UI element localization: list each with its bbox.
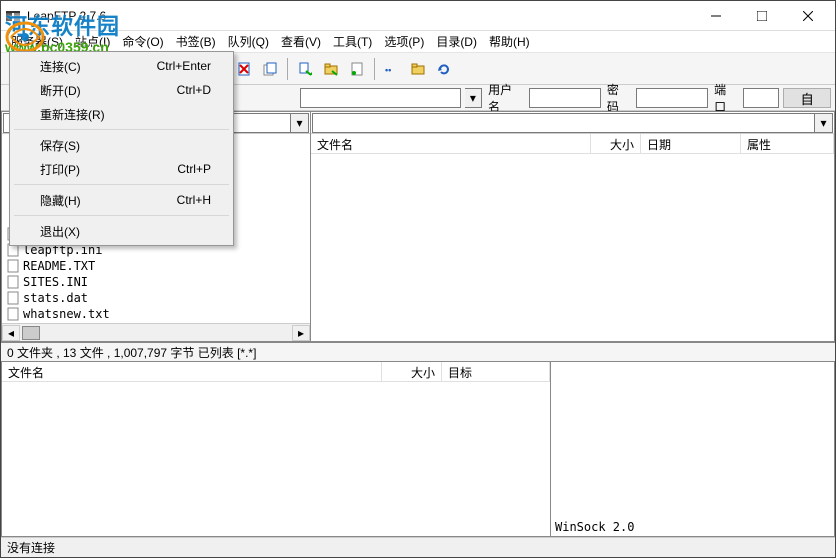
col-q-name[interactable]: 文件名	[2, 362, 382, 381]
file-icon	[6, 291, 20, 305]
file-icon	[6, 307, 20, 321]
scroll-right-icon[interactable]: ▸	[292, 325, 310, 341]
remote-list-header: 文件名 大小 日期 属性	[311, 134, 834, 154]
list-item[interactable]: stats.dat	[2, 290, 310, 306]
menu-separator	[14, 215, 229, 216]
tool-binary-icon[interactable]: ••	[380, 57, 404, 81]
col-filename[interactable]: 文件名	[311, 134, 591, 153]
tool-move-icon[interactable]	[293, 57, 317, 81]
port-input[interactable]	[743, 88, 779, 108]
tool-newfolder-icon[interactable]	[319, 57, 343, 81]
chevron-down-icon[interactable]: ▾	[814, 114, 832, 132]
menu-reconnect[interactable]: 重新连接(R)	[12, 102, 231, 126]
local-scrollbar[interactable]: ◂ ▸	[2, 323, 310, 341]
status-bar: 没有连接	[1, 537, 835, 557]
username-input[interactable]	[529, 88, 601, 108]
col-attr[interactable]: 属性	[741, 134, 834, 153]
user-label: 用户名	[486, 81, 525, 115]
scroll-thumb[interactable]	[22, 326, 40, 340]
menubar: 服务器(S) 站点(I) 命令(O) 书签(B) 队列(Q) 查看(V) 工具(…	[1, 31, 835, 53]
queue-pane: 文件名 大小 目标	[1, 361, 551, 537]
server-dropdown-icon[interactable]: ▾	[465, 88, 482, 108]
titlebar: LeapFTP 2.7.6	[1, 1, 835, 31]
menu-connect[interactable]: 连接(C)Ctrl+Enter	[12, 54, 231, 78]
menu-separator	[14, 184, 229, 185]
tool-copy-icon[interactable]	[258, 57, 282, 81]
server-dropdown-menu: 连接(C)Ctrl+Enter 断开(D)Ctrl+D 重新连接(R) 保存(S…	[9, 51, 234, 246]
tool-refresh-icon[interactable]	[432, 57, 456, 81]
menu-options[interactable]: 选项(P)	[378, 31, 430, 52]
menu-server[interactable]: 服务器(S)	[5, 31, 69, 52]
app-icon	[5, 8, 21, 24]
menu-exit[interactable]: 退出(X)	[12, 219, 231, 243]
minimize-button[interactable]	[693, 2, 739, 30]
menu-save[interactable]: 保存(S)	[12, 133, 231, 157]
chevron-down-icon[interactable]: ▾	[290, 114, 308, 132]
connection-status: 没有连接	[7, 539, 55, 556]
winsock-text: WinSock 2.0	[555, 520, 634, 534]
tool-folder-icon[interactable]	[406, 57, 430, 81]
toolbar-separator	[287, 58, 288, 80]
window-title: LeapFTP 2.7.6	[27, 9, 693, 23]
menu-separator	[14, 129, 229, 130]
log-pane[interactable]: WinSock 2.0	[551, 361, 835, 537]
menu-hide[interactable]: 隐藏(H)Ctrl+H	[12, 188, 231, 212]
col-date[interactable]: 日期	[641, 134, 741, 153]
pass-label: 密码	[605, 81, 632, 115]
toolbar-separator	[374, 58, 375, 80]
col-q-size[interactable]: 大小	[382, 362, 442, 381]
menu-print[interactable]: 打印(P)Ctrl+P	[12, 157, 231, 181]
menu-bookmarks[interactable]: 书签(B)	[170, 31, 222, 52]
file-icon	[6, 275, 20, 289]
close-button[interactable]	[785, 2, 831, 30]
menu-directory[interactable]: 目录(D)	[430, 31, 483, 52]
menu-queue[interactable]: 队列(Q)	[222, 31, 275, 52]
menu-help[interactable]: 帮助(H)	[483, 31, 536, 52]
col-size[interactable]: 大小	[591, 134, 641, 153]
server-input[interactable]	[300, 88, 461, 108]
menu-view[interactable]: 查看(V)	[275, 31, 327, 52]
remote-path-combo[interactable]: ▾	[312, 113, 833, 133]
list-item[interactable]: README.TXT	[2, 258, 310, 274]
col-q-target[interactable]: 目标	[442, 362, 550, 381]
menu-disconnect[interactable]: 断开(D)Ctrl+D	[12, 78, 231, 102]
scroll-left-icon[interactable]: ◂	[2, 325, 20, 341]
remote-file-list[interactable]	[311, 154, 834, 341]
tool-delete-icon[interactable]	[232, 57, 256, 81]
local-status-text: 0 文件夹 , 13 文件 , 1,007,797 字节 已列表 [*.*]	[1, 343, 835, 361]
tool-permissions-icon[interactable]	[345, 57, 369, 81]
list-item[interactable]: SITES.INI	[2, 274, 310, 290]
port-label: 端口	[712, 81, 739, 115]
svg-text:••: ••	[385, 65, 391, 75]
auto-button[interactable]: 自动	[783, 88, 831, 108]
menu-tools[interactable]: 工具(T)	[327, 31, 378, 52]
menu-sites[interactable]: 站点(I)	[69, 31, 116, 52]
password-input[interactable]	[636, 88, 708, 108]
list-item[interactable]: whatsnew.txt	[2, 306, 310, 322]
menu-commands[interactable]: 命令(O)	[116, 31, 169, 52]
maximize-button[interactable]	[739, 2, 785, 30]
queue-list[interactable]	[2, 382, 550, 536]
file-icon	[6, 259, 20, 273]
remote-pane: ▾ 文件名 大小 日期 属性	[311, 111, 835, 342]
